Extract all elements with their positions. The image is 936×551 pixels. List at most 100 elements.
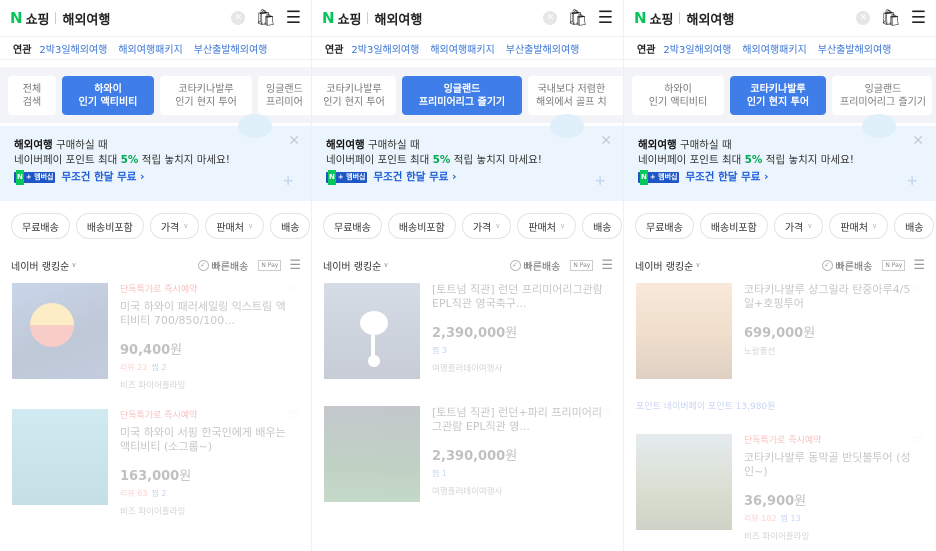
naver-logo[interactable]: N bbox=[634, 9, 647, 27]
product-card[interactable]: 단독특가로 즉시예약 미국 하와이 서핑 한국인에게 배우는 액티비티 (소그룹… bbox=[0, 409, 311, 517]
check-icon[interactable]: ✓ bbox=[821, 259, 833, 271]
filter-chip-dropdown[interactable]: 판매처 ∨ bbox=[205, 213, 265, 239]
list-view-icon[interactable]: ☰ bbox=[289, 258, 301, 273]
product-name[interactable]: 미국 하와이 패러세일링 익스트림 액티비티 700/850/100... bbox=[120, 300, 292, 342]
seller-name[interactable]: 여행플러데이여행사 bbox=[432, 362, 604, 376]
seller-name[interactable]: 여행플러데이여행사 bbox=[432, 485, 604, 499]
related-keyword[interactable]: 2박3일해외여행 bbox=[39, 41, 107, 56]
product-card[interactable]: 단독특가로 즉시예약 코타키나발루 동막골 반딧불투어 (성인~) 36,900… bbox=[624, 434, 936, 542]
shopping-bag-icon[interactable]: 🛍︎ bbox=[255, 10, 275, 26]
list-view-icon[interactable]: ☰ bbox=[601, 258, 613, 273]
product-image[interactable] bbox=[12, 409, 108, 505]
category-tab[interactable]: 국내보다 저렴한 해외에서 골프 치 bbox=[528, 76, 623, 115]
filter-chip-dropdown[interactable]: 판매처 ∨ bbox=[517, 213, 577, 239]
category-tab-selected[interactable]: 하와이 인기 액티비티 bbox=[62, 76, 154, 115]
product-name[interactable]: 코타키나발루 동막골 반딧불투어 (성인~) bbox=[744, 451, 916, 493]
fast-delivery-filter[interactable]: 빠른배송 bbox=[836, 258, 873, 273]
related-keyword[interactable]: 부산출발해외여행 bbox=[818, 41, 892, 56]
product-name[interactable]: 미국 하와이 서핑 한국인에게 배우는 액티비티 (소그룹~) bbox=[120, 426, 292, 468]
seller-name[interactable]: 비즈 파이어플라잉 bbox=[744, 530, 916, 544]
product-card[interactable]: [토트넘 직관] 런던+파리 프리미어리그관람 EPL직관 영... 2,390… bbox=[312, 406, 623, 512]
clear-icon[interactable]: ✕ bbox=[231, 11, 246, 25]
check-icon[interactable]: ✓ bbox=[509, 259, 521, 271]
filter-chip-dropdown[interactable]: 가격 ∨ bbox=[149, 213, 200, 239]
filter-chip[interactable]: 무료배송 bbox=[323, 213, 382, 239]
heart-icon[interactable]: ♡ bbox=[288, 283, 298, 296]
heart-icon[interactable]: ♡ bbox=[600, 406, 610, 419]
filter-chip-dropdown[interactable]: 판매처 ∨ bbox=[829, 213, 889, 239]
sort-select[interactable]: 네이버 랭킹순 bbox=[11, 258, 69, 273]
check-icon[interactable]: ✓ bbox=[197, 259, 209, 271]
close-icon[interactable]: ✕ bbox=[600, 134, 612, 149]
product-image[interactable] bbox=[324, 406, 420, 502]
product-card[interactable]: 코타키나발루 샹그릴라 탄중아루4/5일+호핑투어 699,000원 노랑풍선 … bbox=[624, 283, 936, 389]
related-keyword[interactable]: 부산출발해외여행 bbox=[194, 41, 268, 56]
menu-icon[interactable]: ☰ bbox=[598, 9, 613, 27]
seller-name[interactable]: 비즈 파이어플라잉 bbox=[120, 505, 292, 519]
promo-link[interactable]: 무조건 한달 무료 › bbox=[61, 170, 144, 185]
product-image[interactable] bbox=[324, 283, 420, 379]
shopping-brand[interactable]: 쇼핑 bbox=[650, 9, 674, 28]
shopping-brand[interactable]: 쇼핑 bbox=[26, 9, 50, 28]
shopping-brand[interactable]: 쇼핑 bbox=[338, 9, 362, 28]
point-banner[interactable]: 포인트 네이버페이 포인트 13,980원 bbox=[624, 397, 936, 417]
shopping-bag-icon[interactable]: 🛍︎ bbox=[880, 10, 900, 26]
close-icon[interactable]: ✕ bbox=[912, 134, 924, 149]
related-keyword[interactable]: 2박3일해외여행 bbox=[663, 41, 731, 56]
filter-chip[interactable]: 무료배송 bbox=[11, 213, 70, 239]
heart-icon[interactable]: ♡ bbox=[288, 409, 298, 422]
menu-icon[interactable]: ☰ bbox=[286, 9, 301, 27]
search-query[interactable]: 해외여행 bbox=[62, 9, 110, 28]
npay-filter[interactable]: N Pay bbox=[882, 259, 906, 271]
product-card[interactable]: [토트넘 직관] 런던 프리미어리그관람 EPL직관 영국축구... 2,390… bbox=[312, 283, 623, 389]
clear-icon[interactable]: ✕ bbox=[856, 11, 871, 25]
npay-filter[interactable]: N Pay bbox=[258, 259, 282, 271]
heart-icon[interactable]: ♡ bbox=[912, 283, 922, 296]
category-tab[interactable]: 잉글랜드 프리미어 bbox=[258, 76, 311, 115]
product-name[interactable]: [토트넘 직관] 런던 프리미어리그관람 EPL직관 영국축구... bbox=[432, 283, 604, 325]
related-keyword[interactable]: 해외여행패키지 bbox=[430, 41, 494, 56]
filter-chip[interactable]: 배송 bbox=[894, 213, 935, 239]
related-keyword[interactable]: 부산출발해외여행 bbox=[506, 41, 580, 56]
category-tab-selected[interactable]: 잉글랜드 프리미어리그 즐기기 bbox=[402, 76, 522, 115]
filter-chip[interactable]: 배송 bbox=[270, 213, 311, 239]
seller-name[interactable]: 노랑풍선 bbox=[744, 345, 916, 359]
product-image[interactable] bbox=[12, 283, 108, 379]
seller-name[interactable]: 비즈 파이어플라잉 bbox=[120, 379, 292, 393]
filter-chip[interactable]: 배송 bbox=[582, 213, 623, 239]
fast-delivery-filter[interactable]: 빠른배송 bbox=[524, 258, 561, 273]
category-tab[interactable]: 하와이 인기 액티비티 bbox=[632, 76, 724, 115]
search-query[interactable]: 해외여행 bbox=[374, 9, 422, 28]
fast-delivery-filter[interactable]: 빠른배송 bbox=[212, 258, 249, 273]
sort-select[interactable]: 네이버 랭킹순 bbox=[635, 258, 693, 273]
sort-select[interactable]: 네이버 랭킹순 bbox=[323, 258, 381, 273]
close-icon[interactable]: ✕ bbox=[288, 134, 300, 149]
naver-logo[interactable]: N bbox=[10, 9, 23, 27]
filter-chip[interactable]: 배송비포함 bbox=[387, 213, 456, 239]
product-card[interactable]: 단독특가로 즉시예약 미국 하와이 패러세일링 익스트림 액티비티 700/85… bbox=[0, 283, 311, 391]
related-keyword[interactable]: 2박3일해외여행 bbox=[351, 41, 419, 56]
category-tab[interactable]: 잉글랜드 프리미어리그 즐기기 bbox=[832, 76, 932, 115]
filter-chip[interactable]: 배송비포함 bbox=[699, 213, 768, 239]
product-name[interactable]: [토트넘 직관] 런던+파리 프리미어리그관람 EPL직관 영... bbox=[432, 406, 604, 448]
category-tab-selected[interactable]: 코타키나발루 인기 현지 투어 bbox=[730, 76, 826, 115]
npay-filter[interactable]: N Pay bbox=[570, 259, 594, 271]
search-query[interactable]: 해외여행 bbox=[686, 9, 734, 28]
clear-icon[interactable]: ✕ bbox=[543, 11, 558, 25]
heart-icon[interactable]: ♡ bbox=[912, 434, 922, 447]
category-tab[interactable]: 코타키나발루 인기 현지 투어 bbox=[312, 76, 396, 115]
list-view-icon[interactable]: ☰ bbox=[913, 258, 925, 273]
related-keyword[interactable]: 해외여행패키지 bbox=[118, 41, 182, 56]
product-name[interactable]: 코타키나발루 샹그릴라 탄중아루4/5일+호핑투어 bbox=[744, 283, 916, 325]
filter-chip[interactable]: 배송비포함 bbox=[75, 213, 144, 239]
filter-chip-dropdown[interactable]: 가격 ∨ bbox=[773, 213, 824, 239]
promo-link[interactable]: 무조건 한달 무료 › bbox=[685, 170, 768, 185]
heart-icon[interactable]: ♡ bbox=[600, 283, 610, 296]
filter-chip[interactable]: 무료배송 bbox=[635, 213, 694, 239]
menu-icon[interactable]: ☰ bbox=[911, 9, 926, 27]
filter-chip-dropdown[interactable]: 가격 ∨ bbox=[461, 213, 512, 239]
naver-logo[interactable]: N bbox=[322, 9, 335, 27]
shopping-bag-icon[interactable]: 🛍︎ bbox=[567, 10, 587, 26]
category-tab[interactable]: 전체 검색 bbox=[8, 76, 56, 115]
related-keyword[interactable]: 해외여행패키지 bbox=[742, 41, 806, 56]
